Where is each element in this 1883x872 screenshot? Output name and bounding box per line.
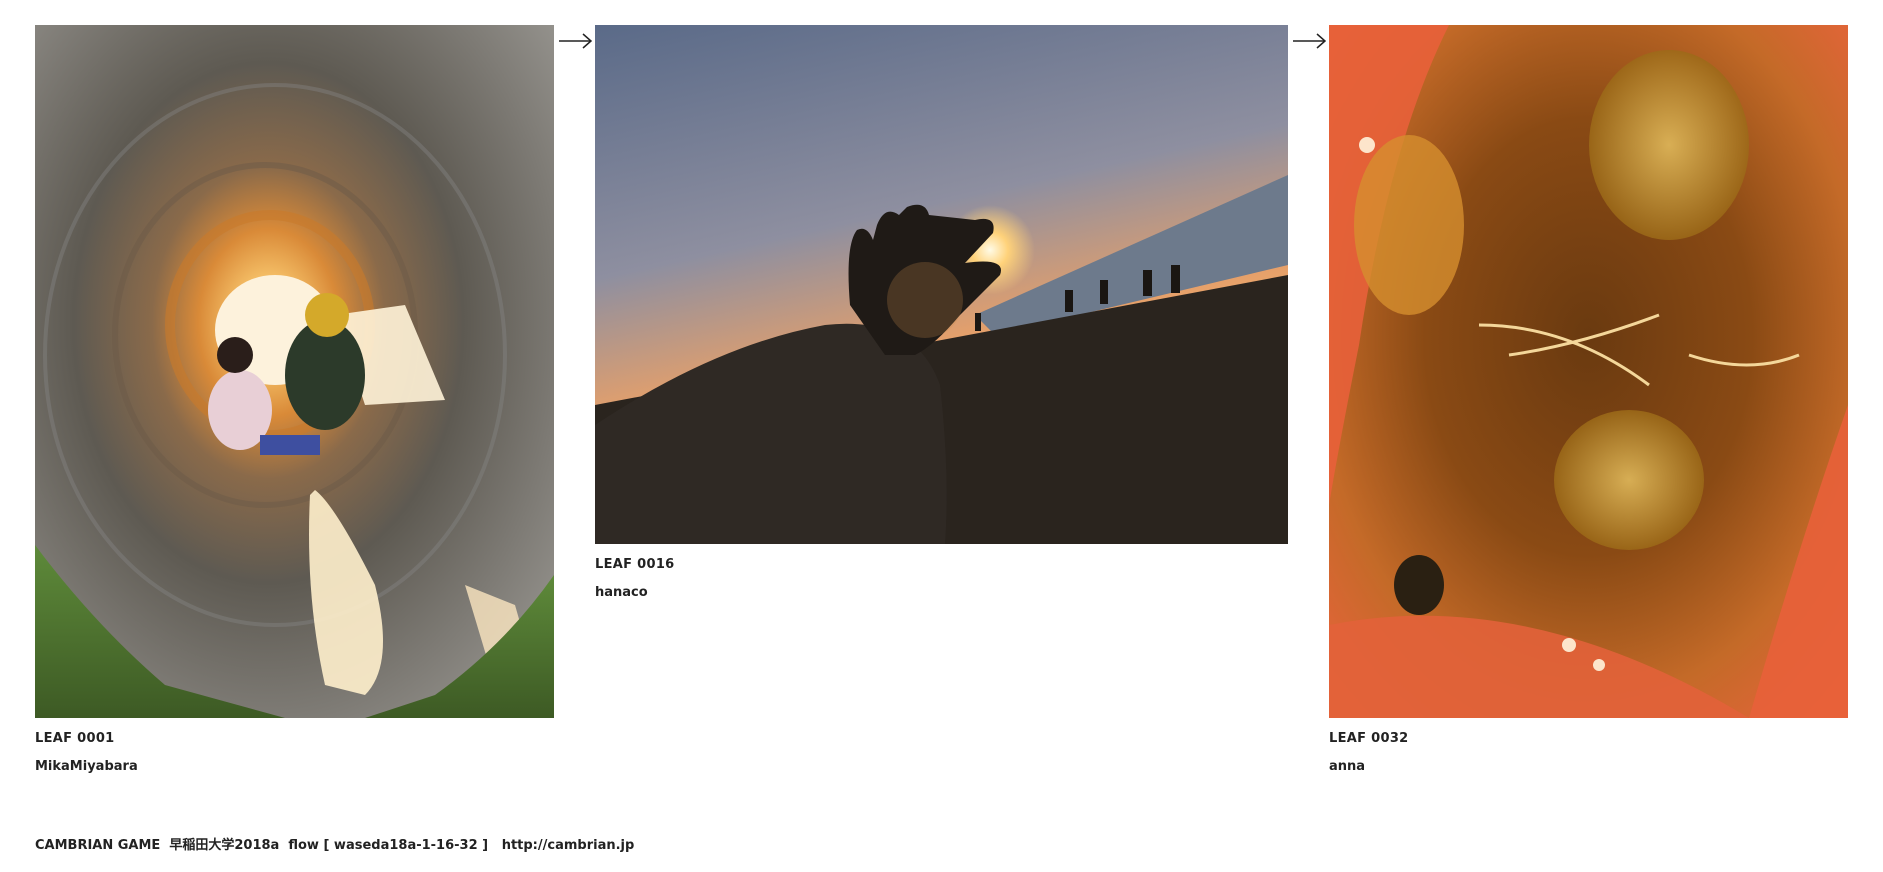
leaf-author[interactable]: hanaco: [595, 585, 1288, 601]
leaf-photo-tunnel[interactable]: [35, 25, 554, 718]
footer: CAMBRIAN GAME 早稲田大学2018a flow [ waseda18…: [35, 838, 634, 854]
footer-title: CAMBRIAN GAME 早稲田大学2018a flow [ waseda18…: [35, 838, 489, 853]
leaf-photo-sunset[interactable]: [595, 25, 1288, 544]
leaf-author[interactable]: anna: [1329, 759, 1848, 775]
tunnel-photo-image: [35, 25, 554, 718]
leaf-photo-tomato[interactable]: [1329, 25, 1848, 718]
right-arrow-icon: [559, 33, 593, 49]
tomato-photo-image: [1329, 25, 1848, 718]
leaf-id: LEAF 0032: [1329, 731, 1409, 746]
right-arrow-icon: [1293, 33, 1327, 49]
leaf-card-0016[interactable]: LEAF 0016 hanaco: [595, 25, 1288, 601]
leaf-card-0032[interactable]: LEAF 0032 anna: [1329, 25, 1848, 775]
leaf-card-0001[interactable]: LEAF 0001 MikaMiyabara: [35, 25, 554, 775]
footer-site-link[interactable]: http://cambrian.jp: [502, 838, 635, 853]
leaf-id: LEAF 0001: [35, 731, 115, 746]
leaf-author[interactable]: MikaMiyabara: [35, 759, 554, 775]
sunset-photo-image: [595, 25, 1288, 544]
leaf-id: LEAF 0016: [595, 557, 675, 572]
